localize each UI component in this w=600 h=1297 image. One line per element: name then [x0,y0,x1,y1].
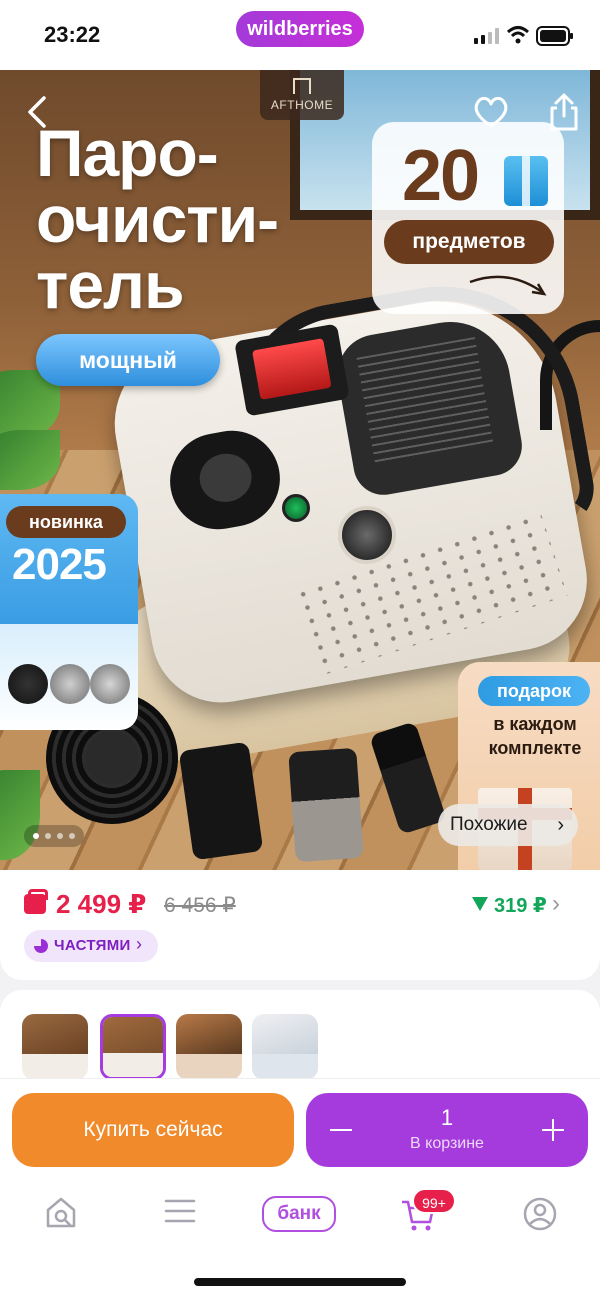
steel-sponge-icon [50,664,90,704]
pay-in-parts-label: ЧАСТЯМИ [54,937,131,954]
similar-products-button[interactable]: Похожие › [438,804,578,846]
share-icon[interactable] [546,92,582,132]
gift-text: в каждом комплекте [488,714,582,758]
wifi-icon [506,26,530,44]
home-indicator [194,1278,406,1286]
hero-title-line: Паро- [36,116,219,190]
image-pagination-dots [24,825,84,847]
status-bar: 23:22 wildberries [0,0,600,70]
arrow-doodle-icon [469,275,547,296]
steel-sponge-icon [90,664,130,704]
pagination-dot [69,833,75,839]
status-time: 23:22 [44,22,101,47]
new-year: 2025 [12,540,107,589]
pay-in-parts-button[interactable]: ЧАСТЯМИ › [24,930,158,962]
power-badge: мощный [36,334,220,386]
items-label: предметов [384,220,554,264]
gift-icon [504,156,548,206]
items-count-card: 20 предметов [372,122,564,314]
pagination-dot [33,833,39,839]
thumbnail-item-selected[interactable] [100,1014,166,1080]
cellular-signal-icon [474,28,499,44]
afthome-logo-text: AFTHOME [270,98,334,112]
price-card: 2 499 ₽ 6 456 ₽ 319 ₽ › ЧАСТЯМИ › [0,870,600,980]
favorite-heart-icon[interactable] [472,94,510,130]
nylon-brush-attachment [178,741,264,861]
action-bar: Купить сейчас 1 В корзине [0,1078,600,1297]
cart-quantity: 1 [440,1105,454,1130]
thumbnail-item[interactable] [176,1014,242,1080]
battery-icon [536,26,573,46]
hero-title-line: тель [36,248,185,322]
thumbnail-item[interactable] [252,1014,318,1080]
pie-chart-icon [34,939,48,953]
cart-quantity-control: 1 В корзине [306,1093,588,1167]
afthome-logo-mark-icon [293,78,311,94]
home-search-icon[interactable] [44,1196,78,1230]
chevron-right-icon[interactable]: › [552,890,560,918]
hero-title: Паро- очисти- тель [36,116,279,322]
increase-quantity-button[interactable] [538,1115,568,1145]
catalog-menu-icon[interactable] [164,1196,196,1226]
profile-icon[interactable] [522,1196,558,1232]
new-2025-card: новинка 2025 [0,494,138,730]
items-count: 20 [402,136,480,216]
brand-logo-pill: wildberries [236,11,364,47]
in-cart-label: В корзине [410,1135,484,1152]
similar-products-label: Похожие [450,814,528,835]
pagination-dot [57,833,63,839]
back-chevron-icon[interactable] [22,94,52,130]
new-tag: новинка [6,506,126,538]
thumbnail-item[interactable] [22,1014,88,1080]
wire-brush-attachment [288,747,364,863]
brush-accessory-icon [8,664,48,704]
steamer-pressure-knob [338,506,396,564]
wallet-icon [24,889,48,914]
old-price: 6 456 ₽ [164,894,236,917]
current-price: 2 499 ₽ [56,889,147,919]
steamer-indicator-led [282,494,310,522]
afthome-logo: AFTHOME [260,70,344,120]
gift-tag: подарок [478,676,590,706]
buy-now-button[interactable]: Купить сейчас [12,1093,294,1167]
decrease-quantity-button[interactable] [326,1115,356,1145]
price-drop-arrow-icon [472,897,488,911]
price-drop-amount[interactable]: 319 ₽ [494,893,547,918]
chevron-right-icon: › [136,934,142,954]
product-page: 23:22 wildberries AFTHOME Паро- очисти- … [0,0,600,1297]
hero-title-line: очисти- [36,182,279,256]
cart-count-badge: 99+ [412,1188,456,1214]
image-thumbnails [0,990,600,1090]
product-hero-image[interactable]: AFTHOME Паро- очисти- тель мощный 20 пре… [0,70,600,870]
bank-tab[interactable]: банк [262,1196,336,1232]
pagination-dot [45,833,51,839]
chevron-right-icon: › [557,814,564,836]
